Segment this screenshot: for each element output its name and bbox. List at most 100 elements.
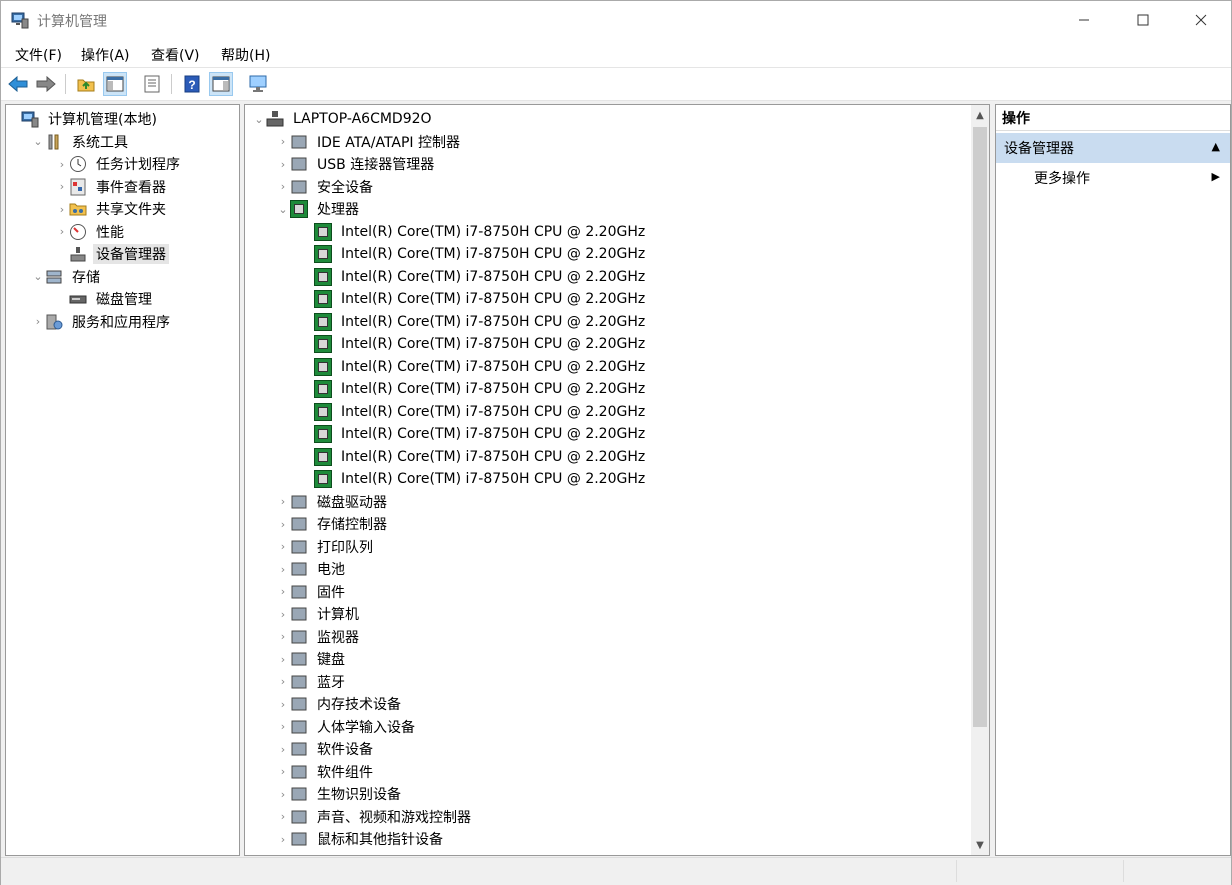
collapse-chevron-icon[interactable]: ›: [277, 581, 289, 603]
device-category-label: 蓝牙: [317, 674, 345, 691]
expand-chevron-icon[interactable]: ⌄: [277, 198, 289, 220]
device-category[interactable]: › 软件组件: [277, 761, 376, 783]
collapse-chevron-icon[interactable]: ›: [56, 153, 68, 175]
tree-item[interactable]: 磁盘管理: [56, 288, 155, 310]
collapse-chevron-icon[interactable]: ›: [277, 828, 289, 850]
device-category[interactable]: › 固件: [277, 581, 348, 603]
tree-item[interactable]: › 服务和应用程序: [32, 311, 173, 333]
processor-item[interactable]: Intel(R) Core(TM) i7-8750H CPU @ 2.20GHz: [301, 243, 648, 265]
collapse-chevron-icon[interactable]: ›: [56, 221, 68, 243]
menu-action[interactable]: 操作(A): [81, 45, 130, 65]
actions-device-manager[interactable]: 设备管理器 ▲: [996, 133, 1230, 163]
collapse-chevron-icon[interactable]: ›: [277, 558, 289, 580]
close-button[interactable]: [1172, 1, 1230, 39]
collapse-chevron-icon[interactable]: ›: [56, 198, 68, 220]
maximize-button[interactable]: [1114, 1, 1172, 39]
collapse-chevron-icon[interactable]: ›: [277, 671, 289, 693]
tree-item[interactable]: › 事件查看器: [56, 176, 169, 198]
collapse-chevron-icon[interactable]: ›: [277, 716, 289, 738]
collapse-chevron-icon[interactable]: ›: [56, 176, 68, 198]
tree-item[interactable]: › 性能: [56, 221, 127, 243]
device-category[interactable]: › 安全设备: [277, 176, 376, 198]
device-category[interactable]: › 内存技术设备: [277, 693, 404, 715]
device-category[interactable]: › 蓝牙: [277, 671, 348, 693]
tree-item[interactable]: 计算机管理(本地): [8, 108, 160, 130]
tree-item[interactable]: › 任务计划程序: [56, 153, 183, 175]
device-category[interactable]: › 鼠标和其他指针设备: [277, 828, 446, 850]
collapse-chevron-icon[interactable]: ›: [277, 761, 289, 783]
processor-item[interactable]: Intel(R) Core(TM) i7-8750H CPU @ 2.20GHz: [301, 311, 648, 333]
tree-item[interactable]: › 共享文件夹: [56, 198, 169, 220]
collapse-chevron-icon[interactable]: ›: [32, 311, 44, 333]
show-action-pane-icon[interactable]: [209, 72, 233, 96]
up-folder-icon[interactable]: [75, 73, 97, 95]
collapse-chevron-icon[interactable]: ›: [277, 131, 289, 153]
menu-help[interactable]: 帮助(H): [221, 45, 270, 65]
back-icon[interactable]: [7, 73, 29, 95]
processor-item[interactable]: Intel(R) Core(TM) i7-8750H CPU @ 2.20GHz: [301, 468, 648, 490]
tree-item[interactable]: 设备管理器: [56, 243, 169, 265]
tree-item[interactable]: ⌄ 存储: [32, 266, 103, 288]
expand-chevron-icon[interactable]: ⌄: [253, 108, 265, 130]
processor-item[interactable]: Intel(R) Core(TM) i7-8750H CPU @ 2.20GHz: [301, 333, 648, 355]
collapse-chevron-icon[interactable]: ›: [277, 783, 289, 805]
device-category[interactable]: › 打印队列: [277, 536, 376, 558]
device-category[interactable]: › 计算机: [277, 603, 362, 625]
scroll-down-icon[interactable]: ▼: [971, 837, 989, 853]
menu-file[interactable]: 文件(F): [15, 45, 62, 65]
collapse-up-icon[interactable]: ▲: [1212, 140, 1220, 153]
collapse-chevron-icon[interactable]: ›: [277, 513, 289, 535]
device-category[interactable]: › 人体学输入设备: [277, 716, 418, 738]
collapse-chevron-icon[interactable]: ›: [277, 626, 289, 648]
device-category[interactable]: › USB 连接器管理器: [277, 153, 437, 175]
device-category[interactable]: › 键盘: [277, 648, 348, 670]
collapse-chevron-icon[interactable]: ›: [277, 491, 289, 513]
monitor-icon[interactable]: [247, 73, 269, 95]
menu-view[interactable]: 查看(V): [151, 45, 200, 65]
device-category[interactable]: › 监视器: [277, 626, 362, 648]
device-category-label: 存储控制器: [317, 517, 387, 533]
collapse-chevron-icon[interactable]: ›: [277, 153, 289, 175]
device-category[interactable]: › 生物识别设备: [277, 783, 404, 805]
battery-icon: [289, 559, 309, 579]
processor-item[interactable]: ⌄ 处理器: [277, 198, 362, 220]
device-category[interactable]: › 存储控制器: [277, 513, 390, 535]
processor-item[interactable]: Intel(R) Core(TM) i7-8750H CPU @ 2.20GHz: [301, 266, 648, 288]
collapse-chevron-icon[interactable]: ›: [277, 648, 289, 670]
collapse-chevron-icon[interactable]: ›: [277, 603, 289, 625]
collapse-chevron-icon[interactable]: ›: [277, 738, 289, 760]
more-actions-item[interactable]: 更多操作 ▶: [996, 163, 1230, 193]
help-icon[interactable]: ?: [181, 73, 203, 95]
processor-item[interactable]: Intel(R) Core(TM) i7-8750H CPU @ 2.20GHz: [301, 401, 648, 423]
processor-item[interactable]: Intel(R) Core(TM) i7-8750H CPU @ 2.20GHz: [301, 446, 648, 468]
minimize-button[interactable]: [1055, 1, 1113, 39]
show-hide-tree-icon[interactable]: [103, 72, 127, 96]
collapse-chevron-icon[interactable]: ›: [277, 536, 289, 558]
processor-item[interactable]: Intel(R) Core(TM) i7-8750H CPU @ 2.20GHz: [301, 221, 648, 243]
cpu-chip-icon: [313, 289, 333, 309]
tree-item[interactable]: ⌄ 系统工具: [32, 131, 131, 153]
processor-item[interactable]: Intel(R) Core(TM) i7-8750H CPU @ 2.20GHz: [301, 288, 648, 310]
scroll-up-icon[interactable]: ▲: [971, 107, 989, 123]
vertical-scrollbar[interactable]: ▲ ▼: [971, 105, 989, 855]
device-category[interactable]: ⌄ LAPTOP-A6CMD92O: [253, 108, 435, 130]
device-category[interactable]: › 软件设备: [277, 738, 376, 760]
expand-chevron-icon[interactable]: ⌄: [32, 266, 44, 288]
expand-chevron-icon[interactable]: ⌄: [32, 131, 44, 153]
bluetooth-icon: [289, 672, 309, 692]
collapse-chevron-icon[interactable]: ›: [277, 176, 289, 198]
processor-item[interactable]: Intel(R) Core(TM) i7-8750H CPU @ 2.20GHz: [301, 423, 648, 445]
properties-icon[interactable]: [141, 73, 163, 95]
scrollbar-thumb[interactable]: [973, 127, 987, 727]
collapse-chevron-icon[interactable]: ›: [277, 693, 289, 715]
forward-icon[interactable]: [35, 73, 57, 95]
device-category[interactable]: › 磁盘驱动器: [277, 491, 390, 513]
collapse-chevron-icon[interactable]: ›: [277, 806, 289, 828]
device-category[interactable]: › 电池: [277, 558, 348, 580]
processor-item[interactable]: Intel(R) Core(TM) i7-8750H CPU @ 2.20GHz: [301, 378, 648, 400]
monitor-icon: [289, 627, 309, 647]
processor-item[interactable]: Intel(R) Core(TM) i7-8750H CPU @ 2.20GHz: [301, 356, 648, 378]
device-category[interactable]: › IDE ATA/ATAPI 控制器: [277, 131, 463, 153]
device-category[interactable]: › 声音、视频和游戏控制器: [277, 806, 474, 828]
